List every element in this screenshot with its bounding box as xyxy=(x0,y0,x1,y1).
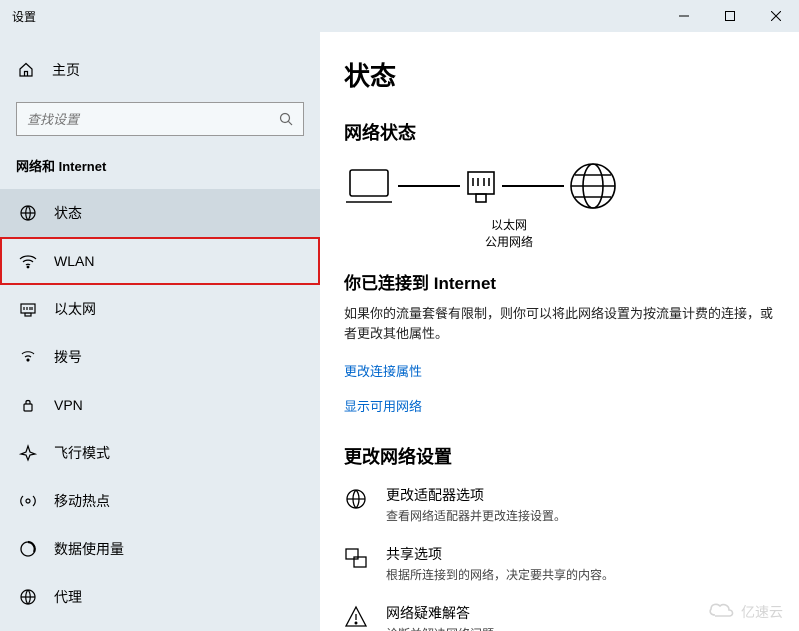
option-title: 共享选项 xyxy=(386,544,614,564)
option-title: 更改适配器选项 xyxy=(386,485,566,505)
home-icon xyxy=(16,62,36,78)
globe-icon xyxy=(568,161,618,211)
main-content: 状态 网络状态 以太网 公用网络 你已连接到 Internet 如果你的流量套餐… xyxy=(320,32,799,631)
dialup-icon xyxy=(18,348,38,366)
sidebar-item-label: 状态 xyxy=(54,203,82,223)
sidebar-home[interactable]: 主页 xyxy=(0,50,320,90)
sidebar-item-label: WLAN xyxy=(54,253,94,269)
adapter-icon xyxy=(344,485,368,511)
sidebar-item-datausage[interactable]: 数据使用量 xyxy=(0,525,320,573)
sidebar-item-proxy[interactable]: 代理 xyxy=(0,573,320,621)
section-change-settings: 更改网络设置 xyxy=(344,443,775,469)
sidebar-item-label: 移动热点 xyxy=(54,491,110,511)
section-network-status: 网络状态 xyxy=(344,119,775,145)
connected-description: 如果你的流量套餐有限制，则你可以将此网络设置为按流量计费的连接，或者更改其他属性… xyxy=(344,304,775,346)
ethernet-device-icon xyxy=(464,166,498,206)
status-icon xyxy=(18,204,38,222)
option-desc: 查看网络适配器并更改连接设置。 xyxy=(386,507,566,524)
sidebar-item-ethernet[interactable]: 以太网 xyxy=(0,285,320,333)
sidebar-item-hotspot[interactable]: 移动热点 xyxy=(0,477,320,525)
sidebar-item-label: 拨号 xyxy=(54,347,82,367)
sidebar-item-label: 飞行模式 xyxy=(54,443,110,463)
maximize-button[interactable] xyxy=(707,0,753,32)
sidebar-item-label: 数据使用量 xyxy=(54,539,124,559)
page-title: 状态 xyxy=(344,56,775,93)
vpn-icon xyxy=(18,396,38,414)
sidebar-item-label: VPN xyxy=(54,397,83,413)
watermark: 亿速云 xyxy=(707,597,787,625)
option-desc: 根据所连接到的网络，决定要共享的内容。 xyxy=(386,566,614,583)
sidebar-item-wlan[interactable]: WLAN xyxy=(0,237,320,285)
sidebar-home-label: 主页 xyxy=(52,60,80,80)
network-diagram xyxy=(344,161,775,211)
search-box[interactable] xyxy=(16,102,304,136)
minimize-button[interactable] xyxy=(661,0,707,32)
option-desc: 诊断并解决网络问题。 xyxy=(386,625,506,631)
ethernet-icon xyxy=(18,300,38,318)
connected-heading: 你已连接到 Internet xyxy=(344,269,775,294)
sidebar-item-airplane[interactable]: 飞行模式 xyxy=(0,429,320,477)
sidebar-item-label: 以太网 xyxy=(54,299,96,319)
sidebar-item-status[interactable]: 状态 xyxy=(0,189,320,237)
sidebar-nav: 状态 WLAN 以太网 拨号 VPN xyxy=(0,189,320,621)
search-icon[interactable] xyxy=(269,112,303,126)
option-change-adapter[interactable]: 更改适配器选项 查看网络适配器并更改连接设置。 xyxy=(344,485,775,524)
connection-type-label: 以太网 公用网络 xyxy=(474,217,544,251)
window-controls xyxy=(661,0,799,32)
option-sharing[interactable]: 共享选项 根据所连接到的网络，决定要共享的内容。 xyxy=(344,544,775,583)
datausage-icon xyxy=(18,540,38,558)
sidebar-item-label: 代理 xyxy=(54,587,82,607)
airplane-icon xyxy=(18,444,38,462)
sidebar: 主页 网络和 Internet 状态 WLAN xyxy=(0,32,320,631)
computer-icon xyxy=(344,166,394,206)
option-title: 网络疑难解答 xyxy=(386,603,506,623)
wifi-icon xyxy=(18,252,38,270)
sidebar-item-dialup[interactable]: 拨号 xyxy=(0,333,320,381)
hotspot-icon xyxy=(18,492,38,510)
window-title: 设置 xyxy=(0,8,36,25)
connection-line xyxy=(398,185,460,187)
sharing-icon xyxy=(344,544,368,570)
titlebar: 设置 xyxy=(0,0,799,32)
proxy-icon xyxy=(18,588,38,606)
link-connection-properties[interactable]: 更改连接属性 xyxy=(344,361,422,380)
sidebar-section-header: 网络和 Internet xyxy=(0,136,320,189)
link-available-networks[interactable]: 显示可用网络 xyxy=(344,396,422,415)
troubleshoot-icon xyxy=(344,603,368,629)
search-input[interactable] xyxy=(17,112,269,127)
svg-text:亿速云: 亿速云 xyxy=(741,604,783,620)
connection-line xyxy=(502,185,564,187)
sidebar-item-vpn[interactable]: VPN xyxy=(0,381,320,429)
close-button[interactable] xyxy=(753,0,799,32)
